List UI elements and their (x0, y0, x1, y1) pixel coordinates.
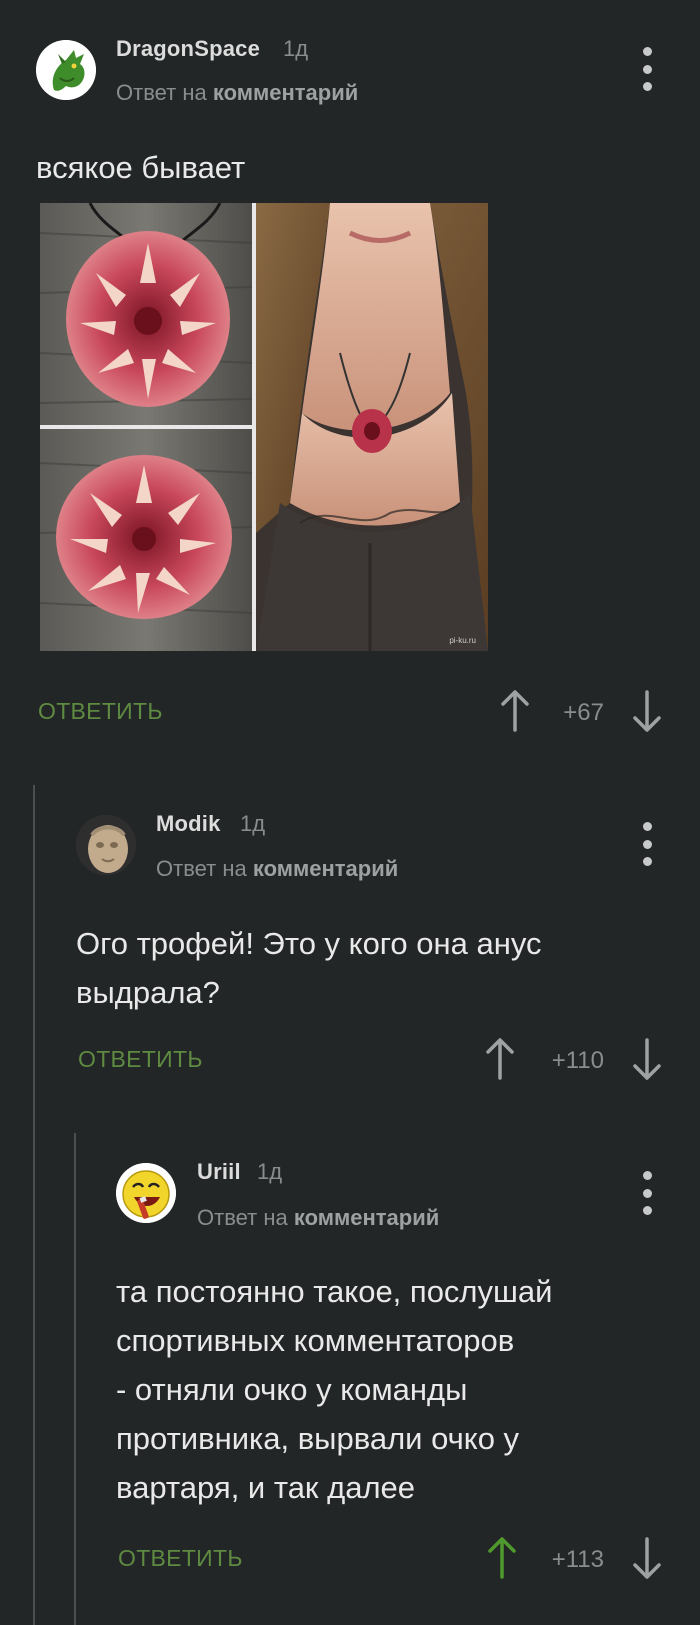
comment-text: Ого трофей! Это у кого она анус выдрала? (76, 919, 542, 1017)
comment-text-line: та постоянно такое, послушай (116, 1274, 553, 1309)
avatar[interactable] (116, 1163, 176, 1223)
reply-to-line: Ответ на комментарий (116, 80, 358, 106)
thread-indent-line (33, 785, 35, 1625)
comment-text-line: противника, вырвали очко у (116, 1421, 520, 1456)
score: +67 (563, 699, 604, 726)
author-name[interactable]: Uriil (197, 1159, 241, 1185)
avatar[interactable] (36, 40, 96, 100)
comment-text-line: - отняли очко у команды (116, 1372, 468, 1407)
reply-button[interactable]: ОТВЕТИТЬ (78, 1046, 203, 1073)
smiley-avatar-icon (116, 1163, 176, 1223)
reply-button[interactable]: ОТВЕТИТЬ (38, 698, 163, 725)
pendant-photo-collage: pi-ku.ru (40, 203, 488, 651)
arrow-down-icon[interactable] (631, 688, 663, 734)
reply-target-link[interactable]: комментарий (253, 856, 398, 881)
score: +113 (551, 1546, 604, 1573)
avatar[interactable] (76, 815, 136, 875)
more-vertical-icon[interactable] (637, 1171, 657, 1215)
arrow-up-icon[interactable] (484, 1036, 516, 1082)
comment-text-line: выдрала? (76, 975, 220, 1010)
arrow-up-icon[interactable] (486, 1535, 518, 1581)
comment-time: 1д (240, 811, 266, 836)
reply-to-line: Ответ на комментарий (156, 856, 398, 882)
reply-prefix: Ответ на (116, 80, 207, 105)
comment-time: 1д (257, 1159, 283, 1184)
comment-text: всякое бывает (36, 150, 246, 185)
author-name[interactable]: Modik (156, 811, 221, 837)
arrow-down-icon[interactable] (631, 1036, 663, 1082)
comment-text-line: Ого трофей! Это у кого она анус (76, 926, 542, 961)
comment-text-line: вартаря, и так далее (116, 1470, 416, 1505)
comment-text: та постоянно такое, послушай спортивных … (116, 1267, 552, 1512)
more-vertical-icon[interactable] (637, 47, 657, 91)
reply-prefix: Ответ на (197, 1205, 288, 1230)
score: +110 (551, 1047, 604, 1074)
reply-target-link[interactable]: комментарий (213, 80, 358, 105)
reply-target-link[interactable]: комментарий (294, 1205, 439, 1230)
more-vertical-icon[interactable] (637, 822, 657, 866)
arrow-down-icon[interactable] (631, 1535, 663, 1581)
image-watermark: pi-ku.ru (449, 636, 476, 645)
thread-indent-line (74, 1133, 76, 1625)
reply-prefix: Ответ на (156, 856, 247, 881)
comment-image[interactable]: pi-ku.ru (40, 203, 488, 651)
reply-button[interactable]: ОТВЕТИТЬ (118, 1545, 243, 1572)
dragon-avatar-icon (36, 40, 96, 100)
comment-time: 1д (283, 36, 309, 61)
comment-text-line: спортивных комментаторов (116, 1323, 515, 1358)
sculpture-avatar-icon (76, 815, 136, 875)
author-name[interactable]: DragonSpace (116, 36, 260, 62)
reply-to-line: Ответ на комментарий (197, 1205, 439, 1231)
